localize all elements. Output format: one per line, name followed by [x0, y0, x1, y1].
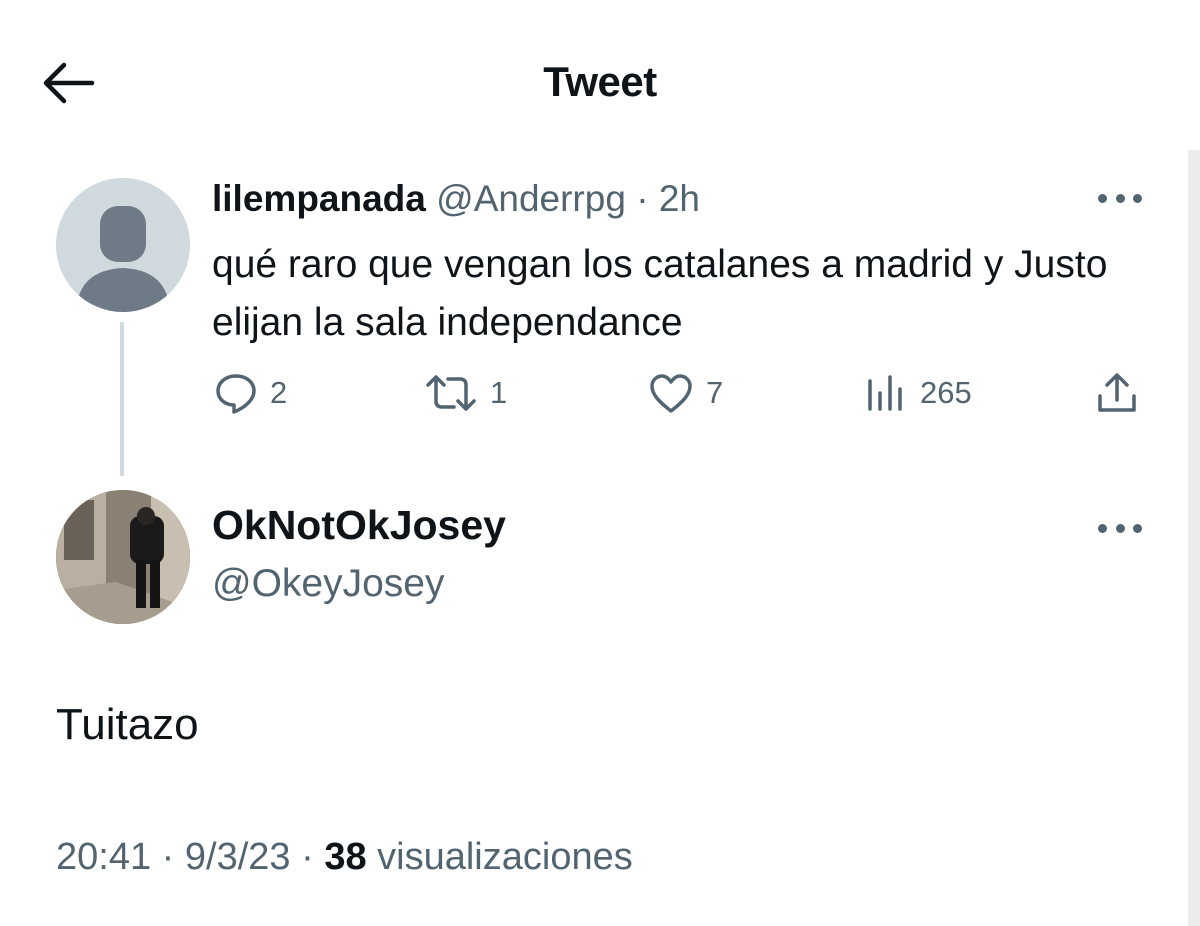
author-handle[interactable]: @OkeyJosey	[212, 562, 445, 606]
main-more-button[interactable]	[1098, 516, 1142, 540]
views-number: 38	[324, 836, 367, 878]
parent-display-name[interactable]: lilempanada	[212, 178, 426, 219]
author-display-name[interactable]: OkNotOkJosey	[212, 502, 506, 549]
heart-icon	[650, 374, 692, 413]
reply-count: 2	[270, 375, 288, 410]
page-title: Tweet	[543, 58, 657, 105]
default-avatar[interactable]	[56, 178, 190, 312]
share-icon	[1098, 373, 1136, 412]
more-dot-icon	[1115, 523, 1125, 533]
parent-tweet-text: qué raro que vengan los catalanes a madr…	[212, 243, 1108, 344]
views-count: 265	[920, 375, 972, 410]
tweet-time[interactable]: 20:41	[56, 836, 151, 878]
views-label: visualizaciones	[377, 836, 633, 878]
views-chart-icon	[868, 375, 902, 411]
parent-tweet-header: lilempanada @Anderrpg · 2h	[212, 178, 700, 220]
reply-icon	[216, 374, 256, 414]
tweet-meta: 20:41 · 9/3/23 · 38 visualizaciones	[56, 836, 633, 879]
more-dot-icon	[1133, 193, 1142, 203]
tweet-date[interactable]: 9/3/23	[185, 836, 291, 878]
parent-time[interactable]: 2h	[659, 178, 700, 219]
parent-handle[interactable]: @Anderrpg	[436, 178, 626, 219]
more-dot-icon	[1098, 523, 1107, 533]
avatar-photo-image	[56, 490, 190, 624]
user-avatar-photo[interactable]	[56, 490, 190, 624]
share-button[interactable]	[1094, 370, 1140, 416]
scrollbar[interactable]	[1188, 150, 1200, 926]
reply-button[interactable]: 2	[214, 370, 287, 416]
retweet-button[interactable]: 1	[424, 370, 507, 416]
like-button[interactable]: 7	[648, 370, 723, 416]
more-dot-icon	[1115, 193, 1125, 203]
main-tweet-text: Tuitazo	[56, 700, 199, 749]
more-dot-icon	[1098, 193, 1107, 203]
more-dot-icon	[1133, 523, 1142, 533]
top-bar: Tweet	[0, 0, 1200, 160]
views-button[interactable]: 265	[864, 370, 972, 416]
retweet-count: 1	[490, 375, 508, 410]
separator-dot: ·	[301, 836, 314, 878]
like-count: 7	[706, 375, 724, 410]
separator-dot: ·	[161, 836, 175, 878]
default-profile-icon	[76, 206, 170, 312]
thread-connector-line	[120, 322, 124, 476]
parent-more-button[interactable]	[1098, 186, 1142, 210]
separator-dot: ·	[636, 178, 649, 219]
retweet-icon	[426, 375, 476, 411]
